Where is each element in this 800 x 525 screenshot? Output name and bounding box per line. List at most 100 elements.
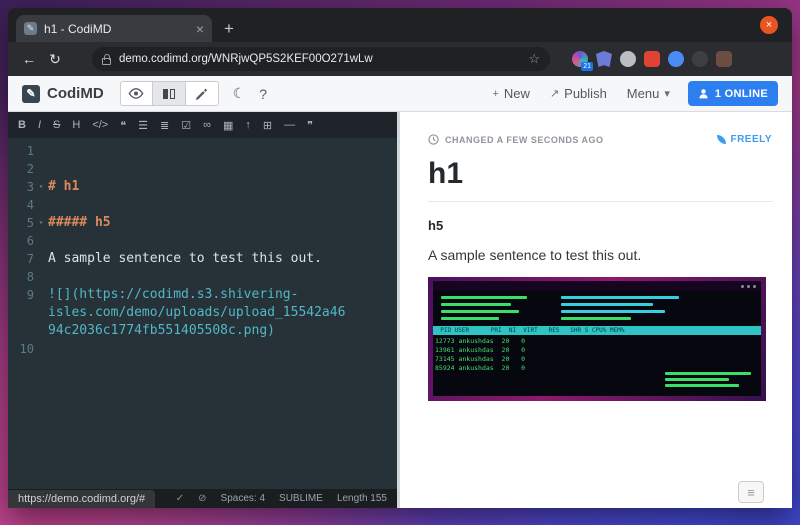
extension-icon-4[interactable]: [644, 51, 660, 67]
heading-icon[interactable]: H: [72, 119, 80, 131]
editor-line: 9 ![](https://codimd.s3.shivering-: [26, 287, 299, 302]
browser-toolbar: ← ↻ demo.codimd.org/WNRjwQP5S2KEF00O271w…: [8, 42, 792, 76]
browser-window: ✎ h1 - CodiMD × + × ← ↻ demo.codimd.org/…: [8, 8, 792, 508]
italic-icon[interactable]: I: [38, 119, 41, 131]
new-note-button[interactable]: + New: [492, 86, 529, 101]
upload-icon[interactable]: ↑: [245, 119, 251, 131]
editor-pane: B I S H </> ❝ ☰ ≣ ☑ ∞ ▦ ↑ ⊞ — ❞ 1 2 3 ▾ …: [8, 112, 397, 508]
browser-tab-bar: ✎ h1 - CodiMD × + ×: [8, 8, 792, 42]
menu-button[interactable]: Menu ▾: [627, 86, 670, 101]
process-row: 85924 ankushdas 20 0: [435, 364, 526, 372]
online-users-label: 1 ONLINE: [714, 87, 768, 100]
check-icon[interactable]: ✓: [176, 493, 184, 504]
horizontal-rule-icon[interactable]: —: [284, 119, 295, 131]
strikethrough-icon[interactable]: S: [53, 119, 60, 131]
split-view-icon: [162, 88, 175, 99]
browser-status-tooltip: https://demo.codimd.org/#: [8, 490, 156, 508]
tab-title: h1 - CodiMD: [44, 21, 112, 36]
window-dot: [753, 284, 756, 288]
permission-label: FREELY: [730, 134, 772, 145]
link-icon[interactable]: ∞: [203, 119, 211, 131]
chevron-down-icon: ▾: [664, 88, 670, 100]
preview-heading-h5: h5: [428, 218, 444, 233]
view-mode-edit-button[interactable]: [185, 81, 219, 106]
toc-button[interactable]: ≡: [738, 481, 764, 503]
cpu-meters: [441, 296, 541, 324]
extension-icon-6[interactable]: [692, 51, 708, 67]
codimd-logo-text: CodiMD: [47, 85, 104, 102]
editor-line: 5 ▾ ##### h5: [26, 214, 111, 232]
permission-badge[interactable]: FREELY: [717, 134, 772, 145]
help-icon: ?: [259, 85, 268, 102]
changed-label: CHANGED A FEW SECONDS AGO: [445, 134, 604, 145]
refresh-icon[interactable]: ↻: [46, 51, 64, 68]
plus-icon: +: [492, 87, 499, 100]
pencil-icon: [195, 88, 208, 100]
editor-line: 6: [26, 234, 34, 248]
new-tab-button[interactable]: +: [224, 20, 234, 37]
preview-pane: CHANGED A FEW SECONDS AGO h1 h5 A sample…: [400, 112, 792, 508]
ordered-list-icon[interactable]: ≣: [160, 119, 169, 132]
codimd-logo[interactable]: ✎ CodiMD: [22, 84, 104, 103]
hamburger-icon: ≡: [747, 484, 755, 500]
editor-line: 2: [26, 162, 34, 176]
window-close-button[interactable]: ×: [760, 16, 778, 34]
status-length: Length 155: [336, 493, 387, 504]
status-spaces[interactable]: Spaces: 4: [221, 493, 265, 504]
editor-line: 3 ▾ # h1: [26, 178, 80, 196]
extension-badge: 21: [581, 62, 593, 71]
preview-content: CHANGED A FEW SECONDS AGO h1 h5 A sample…: [400, 112, 792, 401]
bookmark-star-icon[interactable]: ☆: [528, 51, 540, 67]
check-list-icon[interactable]: ☑: [181, 119, 191, 132]
browser-tab[interactable]: ✎ h1 - CodiMD ×: [16, 15, 212, 42]
publish-button[interactable]: ↗ Publish: [550, 86, 607, 101]
code-icon[interactable]: </>: [92, 119, 108, 131]
table-icon[interactable]: ⊞: [263, 119, 272, 132]
view-mode-preview-button[interactable]: [119, 81, 153, 106]
blocked-icon[interactable]: ⊘: [198, 493, 206, 504]
back-icon[interactable]: ←: [20, 51, 38, 67]
editor-line: 1: [26, 144, 34, 158]
fold-icon[interactable]: ▾: [34, 214, 48, 232]
help-button[interactable]: ?: [259, 86, 267, 102]
status-keymap[interactable]: SUBLIME: [279, 493, 323, 504]
codimd-header: ✎ CodiMD ☾ ? + New ↗ Publish Menu ▾ 1 ON…: [8, 76, 792, 112]
extension-icon-7[interactable]: [716, 51, 732, 67]
preview-paragraph: A sample sentence to test this out.: [428, 247, 642, 263]
editor-line: 10: [19, 342, 34, 356]
editor-format-toolbar: B I S H </> ❝ ☰ ≣ ☑ ∞ ▦ ↑ ⊞ — ❞: [8, 112, 397, 138]
code-editor[interactable]: 1 2 3 ▾ # h1 4 5 ▾ ##### h5 6 7A sample sent…: [8, 138, 397, 489]
eye-icon: [128, 88, 144, 99]
image-icon[interactable]: ▦: [223, 119, 233, 132]
quote-icon[interactable]: ❝: [120, 119, 126, 132]
process-row: 73145 ankushdas 20 0: [435, 355, 526, 363]
unordered-list-icon[interactable]: ☰: [138, 119, 148, 132]
extension-icon-5[interactable]: [668, 51, 684, 67]
editor-line: 7A sample sentence to test this out.: [26, 251, 322, 266]
moon-icon: ☾: [232, 85, 246, 101]
fold-icon[interactable]: ▾: [34, 178, 48, 196]
preview-image: PID USER PRI NI VIRT RES SHR S CPU% MEM%…: [428, 277, 766, 401]
address-bar[interactable]: demo.codimd.org/WNRjwQP5S2KEF00O271wLw ☆: [92, 47, 550, 71]
comment-icon[interactable]: ❞: [307, 119, 313, 132]
night-mode-button[interactable]: ☾: [233, 85, 246, 102]
new-note-label: New: [503, 86, 530, 101]
editor-line: 4: [26, 198, 34, 212]
process-table-header: PID USER PRI NI VIRT RES SHR S CPU% MEM%: [433, 326, 761, 335]
codimd-logo-icon: ✎: [22, 84, 40, 103]
user-icon: [699, 89, 708, 99]
bold-icon[interactable]: B: [18, 119, 26, 131]
online-users-button[interactable]: 1 ONLINE: [687, 81, 778, 106]
view-mode-group: [119, 81, 219, 106]
window-dot: [747, 284, 750, 288]
extension-icon-2[interactable]: [596, 51, 612, 67]
publish-icon: ↗: [549, 88, 560, 100]
desktop-wallpaper: ✎ h1 - CodiMD × + × ← ↻ demo.codimd.org/…: [0, 0, 800, 525]
process-row: 13961 ankushdas 20 0: [435, 346, 526, 354]
process-row: 12773 ankushdas 20 0: [435, 337, 526, 345]
extension-icon-1[interactable]: 21: [572, 51, 593, 71]
view-mode-both-button[interactable]: [152, 81, 186, 106]
extension-icon-3[interactable]: [620, 51, 636, 67]
publish-label: Publish: [564, 86, 607, 101]
tab-close-icon[interactable]: ×: [196, 22, 204, 36]
